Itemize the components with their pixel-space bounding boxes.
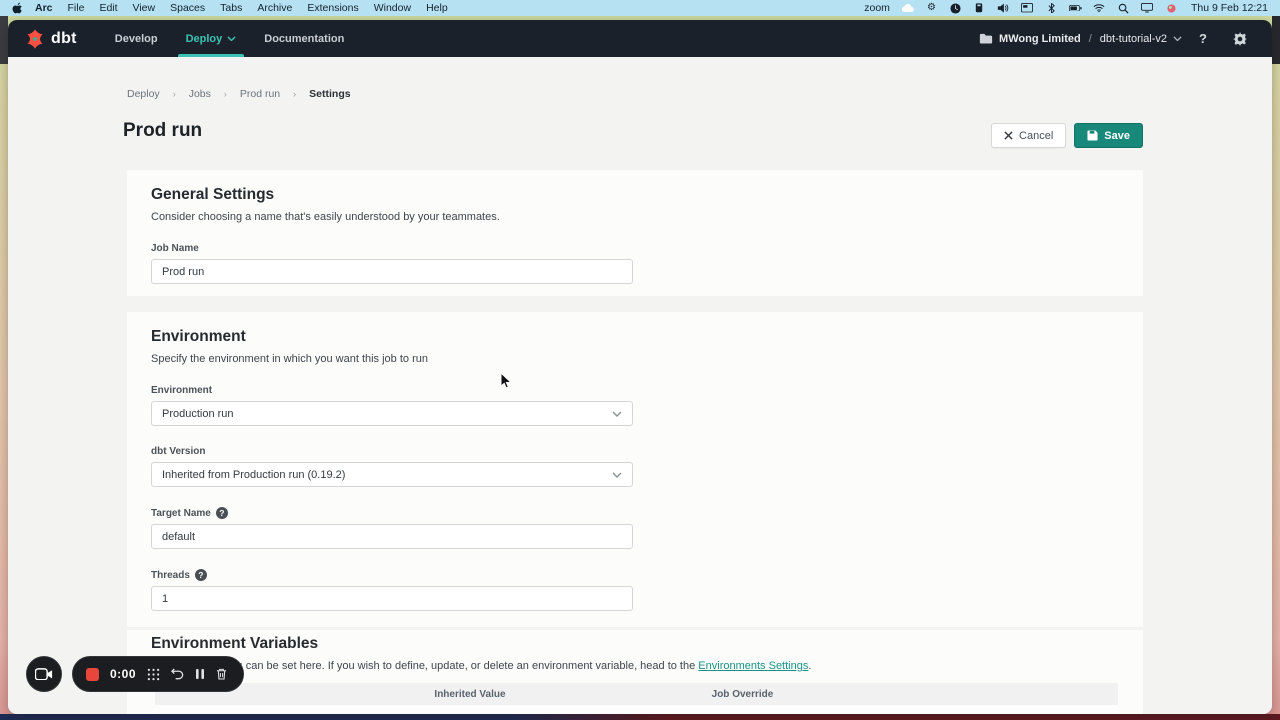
breadcrumb-separator: › — [293, 89, 296, 99]
threads-input[interactable] — [151, 586, 633, 611]
zoom-app-label[interactable]: zoom — [864, 2, 890, 14]
job-name-label: Job Name — [151, 243, 1118, 254]
env-vars-col-inherited: Inherited Value — [345, 689, 595, 700]
job-name-input[interactable] — [151, 259, 633, 284]
recorder-camera-button[interactable] — [26, 656, 62, 692]
environment-label: Environment — [151, 385, 1118, 396]
display-icon[interactable] — [1141, 2, 1154, 14]
target-name-label: Target Name ? — [151, 507, 1118, 519]
nav-tab-deploy[interactable]: Deploy — [172, 20, 251, 57]
threads-label: Threads ? — [151, 569, 1118, 581]
recorder-toolbar: 0:00 — [72, 656, 244, 692]
clock-app-icon[interactable] — [949, 2, 962, 14]
environment-variables-section: Environment Variables Job level override… — [127, 630, 1143, 714]
wallpaper-edge-bottom — [0, 714, 1280, 720]
spotlight-search-icon[interactable] — [1117, 2, 1130, 14]
video-camera-icon — [35, 668, 53, 681]
env-vars-table-row — [155, 705, 1118, 714]
menubar-item-extensions[interactable]: Extensions — [307, 2, 358, 14]
macos-menubar: Arc File Edit View Spaces Tabs Archive E… — [0, 0, 1280, 16]
pause-recording-button[interactable] — [195, 668, 205, 680]
breadcrumb-separator: › — [173, 89, 176, 99]
gear-icon — [1233, 32, 1247, 46]
folder-icon — [979, 33, 993, 44]
general-settings-title: General Settings — [151, 186, 1118, 204]
menubar-item-tabs[interactable]: Tabs — [220, 2, 242, 14]
settings-gear-icon[interactable]: ⚙ — [925, 2, 938, 14]
wifi-icon[interactable] — [1093, 2, 1106, 14]
environment-section: Environment Specify the environment in w… — [127, 312, 1143, 627]
menubar-item-window[interactable]: Window — [374, 2, 411, 14]
breadcrumb: Deploy › Jobs › Prod run › Settings — [127, 88, 351, 100]
chevron-down-icon — [612, 411, 622, 417]
nav-tab-develop[interactable]: Develop — [101, 20, 172, 57]
account-separator: / — [1089, 33, 1092, 45]
environments-settings-link[interactable]: Environments Settings — [698, 660, 808, 672]
general-settings-description: Consider choosing a name that's easily u… — [151, 211, 1118, 223]
breadcrumb-separator: › — [224, 89, 227, 99]
menubar-item-help[interactable]: Help — [426, 2, 448, 14]
target-name-input[interactable] — [151, 524, 633, 549]
wallpaper-edge-right — [1272, 16, 1280, 64]
restart-recording-button[interactable] — [171, 668, 184, 679]
account-project-selector[interactable]: MWong Limited / dbt-tutorial-v2 — [979, 33, 1182, 45]
page-title: Prod run — [123, 120, 202, 142]
close-icon — [1004, 131, 1013, 140]
chevron-down-icon — [612, 472, 622, 478]
settings-page: Deploy › Jobs › Prod run › Settings Prod… — [8, 57, 1272, 714]
breadcrumb-jobs[interactable]: Jobs — [189, 88, 211, 100]
volume-icon[interactable] — [997, 2, 1010, 14]
environment-title: Environment — [151, 328, 1118, 346]
wallpaper-edge-left — [0, 16, 8, 64]
menubar-item-spaces[interactable]: Spaces — [170, 2, 205, 14]
general-settings-section: General Settings Consider choosing a nam… — [127, 170, 1143, 296]
environment-variables-title: Environment Variables — [151, 635, 1118, 653]
stop-record-button[interactable] — [86, 668, 99, 681]
account-name: MWong Limited — [999, 33, 1081, 45]
settings-gear-button[interactable] — [1224, 32, 1256, 46]
dbt-brand-label: dbt — [51, 30, 77, 48]
browser-window: dbt Develop Deploy Documentation MWong L… — [8, 20, 1272, 714]
save-button[interactable]: Save — [1074, 123, 1143, 148]
threads-help-icon[interactable]: ? — [195, 569, 207, 581]
breadcrumb-deploy[interactable]: Deploy — [127, 88, 160, 100]
chevron-down-icon — [1173, 36, 1182, 41]
target-name-help-icon[interactable]: ? — [216, 507, 228, 519]
battery-status-icon[interactable] — [1069, 2, 1082, 14]
env-vars-table-header: Inherited Value Job Override — [155, 683, 1118, 705]
dbt-brand[interactable]: dbt — [24, 20, 77, 57]
dbt-version-label: dbt Version — [151, 446, 1118, 457]
window-switcher-icon[interactable] — [1021, 2, 1034, 14]
dbt-version-select[interactable]: Inherited from Production run (0.19.2) — [151, 462, 633, 487]
menubar-app-arc[interactable]: Arc — [35, 2, 53, 14]
breadcrumb-prod-run[interactable]: Prod run — [240, 88, 280, 100]
dbt-navbar: dbt Develop Deploy Documentation MWong L… — [8, 20, 1272, 57]
save-floppy-icon — [1087, 130, 1098, 141]
recording-time: 0:00 — [110, 667, 136, 681]
desktop: Arc File Edit View Spaces Tabs Archive E… — [0, 0, 1280, 720]
menubar-clock[interactable]: Thu 9 Feb 12:21 — [1191, 2, 1268, 14]
menubar-item-archive[interactable]: Archive — [257, 2, 292, 14]
cloud-icon[interactable] — [901, 2, 914, 14]
nav-tab-documentation[interactable]: Documentation — [250, 20, 358, 57]
help-button[interactable]: ? — [1190, 31, 1216, 46]
environment-select[interactable]: Production run — [151, 401, 633, 426]
menubar-item-edit[interactable]: Edit — [99, 2, 117, 14]
dbt-logo-icon — [24, 28, 46, 50]
environment-variables-description: Job level overrides can be set here. If … — [151, 660, 1118, 672]
environment-description: Specify the environment in which you wan… — [151, 353, 1118, 365]
battery-app-icon[interactable] — [973, 2, 986, 14]
breadcrumb-settings[interactable]: Settings — [309, 88, 350, 100]
bluetooth-icon[interactable] — [1045, 2, 1058, 14]
apple-menu-icon[interactable] — [12, 2, 23, 14]
recording-indicator-icon[interactable] — [1165, 2, 1178, 14]
env-vars-col-override: Job Override — [595, 689, 890, 700]
menubar-item-file[interactable]: File — [68, 2, 85, 14]
cancel-button[interactable]: Cancel — [991, 123, 1066, 148]
show-clicks-grid-button[interactable] — [147, 668, 160, 681]
delete-recording-button[interactable] — [216, 668, 227, 680]
menubar-item-view[interactable]: View — [133, 2, 156, 14]
project-name: dbt-tutorial-v2 — [1100, 33, 1167, 45]
chevron-down-icon — [227, 36, 236, 41]
